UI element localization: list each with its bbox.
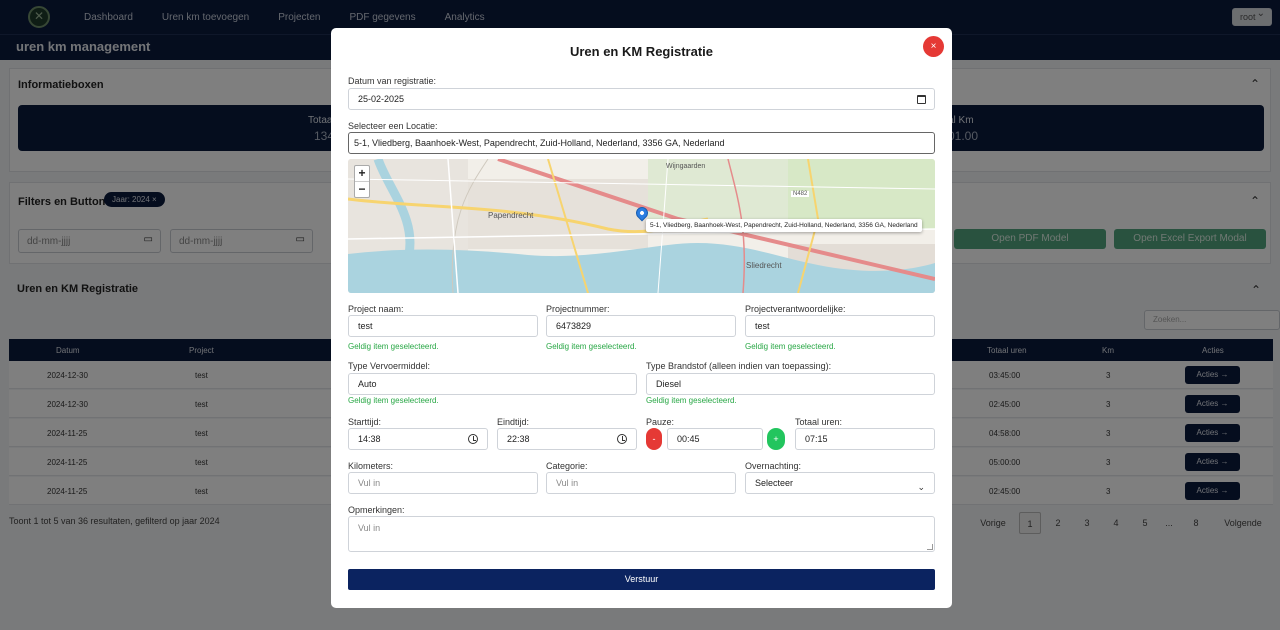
zoom-in-button[interactable]: + (355, 166, 369, 182)
transport-label: Type Vervoermiddel: (348, 361, 431, 371)
resize-handle-icon[interactable] (927, 544, 933, 550)
pause-minus-button[interactable]: - (646, 428, 662, 450)
project-name-label: Project naam: (348, 304, 404, 314)
map-label: N482 (791, 191, 810, 197)
project-number-valid: Geldig item geselecteerd. (546, 342, 637, 351)
close-button[interactable]: × (923, 36, 944, 57)
remarks-placeholder: Vul in (358, 523, 381, 533)
km-label: Kilometers: (348, 461, 394, 471)
date-input[interactable]: 25-02-2025 (348, 88, 935, 110)
overnight-label: Overnachting: (745, 461, 802, 471)
end-label: Eindtijd: (497, 417, 530, 427)
calendar-icon[interactable] (917, 95, 926, 104)
map-zoom-control: + − (354, 165, 370, 198)
fuel-valid: Geldig item geselecteerd. (646, 396, 737, 405)
transport-input[interactable]: Auto (348, 373, 637, 395)
location-map[interactable]: + − Wijngaarden Papendrecht Sliedrecht N… (348, 159, 935, 293)
project-number-label: Projectnummer: (546, 304, 610, 314)
project-number-input[interactable]: 6473829 (546, 315, 736, 337)
submit-button[interactable]: Verstuur (348, 569, 935, 590)
pause-label: Pauze: (646, 417, 675, 427)
overnight-select[interactable]: Selecteer ⌄ (745, 472, 935, 494)
category-label: Categorie: (546, 461, 588, 471)
map-label: Wijngaarden (666, 163, 706, 170)
map-label: Papendrecht (488, 211, 534, 220)
chevron-down-icon: ⌄ (917, 482, 925, 492)
date-value: 25-02-2025 (358, 94, 405, 104)
start-time-input[interactable]: 14:38 (348, 428, 488, 450)
map-popup: 5-1, Vliedberg, Baanhoek-West, Papendrec… (646, 219, 922, 232)
pause-plus-button[interactable]: + (767, 428, 785, 450)
category-input[interactable]: Vul in (546, 472, 736, 494)
close-icon: × (930, 41, 937, 52)
map-label: Sliedrecht (746, 261, 782, 270)
km-input[interactable]: Vul in (348, 472, 538, 494)
total-label: Totaal uren: (795, 417, 843, 427)
location-input[interactable]: 5-1, Vliedberg, Baanhoek-West, Papendrec… (348, 132, 935, 154)
project-owner-input[interactable]: test (745, 315, 935, 337)
remarks-label: Opmerkingen: (348, 505, 405, 515)
zoom-out-button[interactable]: − (355, 182, 369, 198)
total-hours-input[interactable]: 07:15 (795, 428, 935, 450)
overnight-value: Selecteer (755, 478, 794, 488)
date-label: Datum van registratie: (348, 76, 437, 86)
project-owner-label: Projectverantwoordelijke: (745, 304, 846, 314)
fuel-label: Type Brandstof (alleen indien van toepas… (646, 361, 832, 371)
start-label: Starttijd: (348, 417, 382, 427)
remarks-textarea[interactable]: Vul in (348, 516, 935, 552)
pause-input[interactable]: 00:45 (667, 428, 763, 450)
project-name-input[interactable]: test (348, 315, 538, 337)
transport-valid: Geldig item geselecteerd. (348, 396, 439, 405)
end-time-value: 22:38 (507, 434, 530, 444)
project-name-valid: Geldig item geselecteerd. (348, 342, 439, 351)
project-owner-valid: Geldig item geselecteerd. (745, 342, 836, 351)
end-time-input[interactable]: 22:38 (497, 428, 637, 450)
modal-title: Uren en KM Registratie (569, 44, 714, 59)
fuel-input[interactable]: Diesel (646, 373, 935, 395)
registration-modal: Uren en KM Registratie × Datum van regis… (331, 28, 952, 608)
clock-icon[interactable] (617, 434, 627, 444)
location-label: Selecteer een Locatie: (348, 121, 438, 131)
clock-icon[interactable] (468, 434, 478, 444)
start-time-value: 14:38 (358, 434, 381, 444)
